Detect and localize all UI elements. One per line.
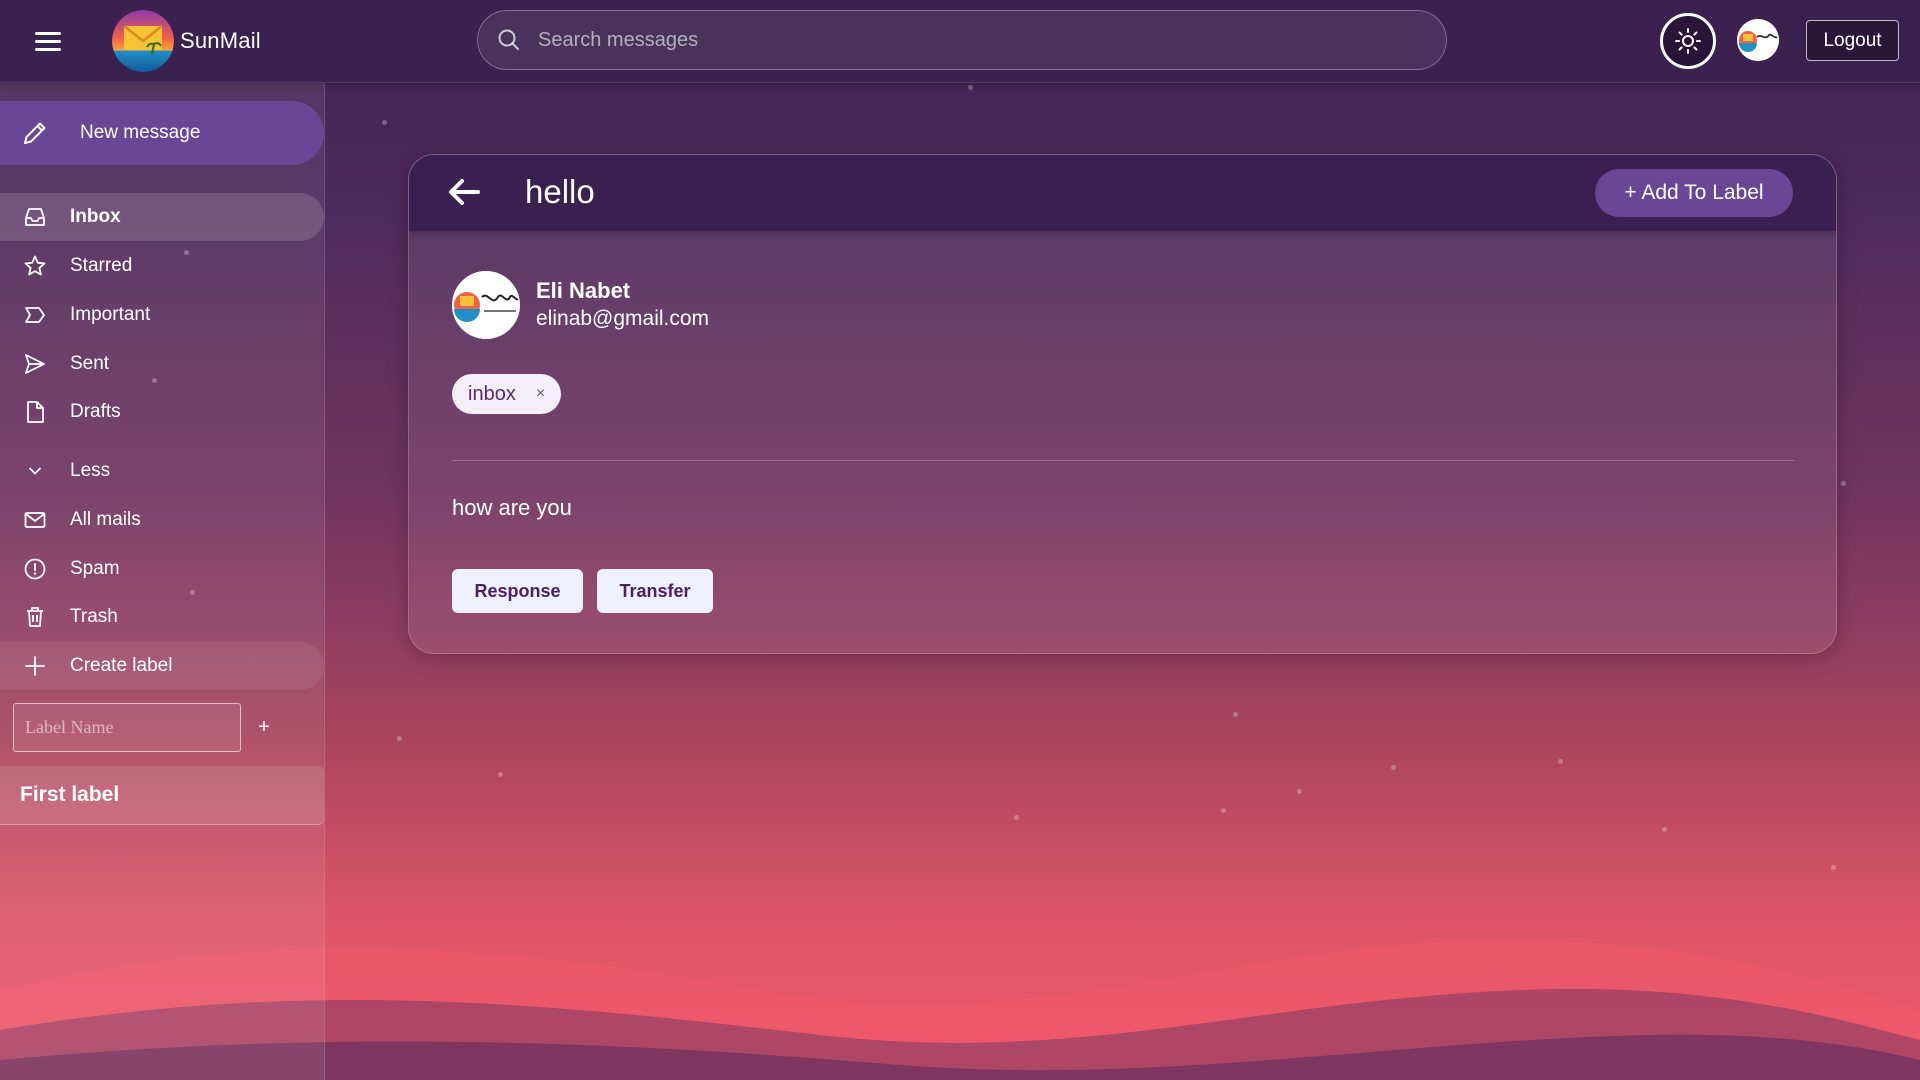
label-chip-inbox: inbox × — [452, 374, 562, 414]
sidebar-item-label: Trash — [70, 606, 118, 627]
top-bar: SunMail Logout — [0, 0, 1920, 83]
sender-avatar-logo-icon — [452, 271, 520, 339]
logout-button[interactable]: Logout — [1806, 20, 1899, 61]
chevron-down-icon — [22, 458, 48, 484]
message-body: how are you — [452, 495, 572, 520]
new-message-button[interactable]: New message — [0, 101, 324, 165]
add-label-plus-button[interactable]: + — [252, 710, 276, 744]
trash-icon — [22, 604, 48, 630]
transfer-button[interactable]: Transfer — [597, 569, 713, 613]
remove-label-icon[interactable]: × — [536, 385, 545, 403]
user-label-name: First label — [20, 783, 120, 806]
sidebar-item-label: Drafts — [70, 401, 121, 422]
sidebar-item-all-mails[interactable]: All mails — [0, 496, 324, 544]
send-icon — [22, 351, 48, 377]
sidebar-item-label: Inbox — [70, 206, 121, 227]
message-subject: hello — [525, 173, 595, 210]
pencil-icon — [24, 122, 46, 144]
sender-avatar — [452, 271, 520, 339]
file-icon — [22, 399, 48, 425]
inbox-icon — [22, 204, 48, 230]
label-chip-text: inbox — [468, 382, 516, 405]
star-icon — [22, 253, 48, 279]
message-card: hello + Add To Label Eli Nabet elinab@gm… — [408, 154, 1837, 654]
search-input[interactable] — [536, 19, 1446, 61]
sidebar-item-trash[interactable]: Trash — [0, 593, 324, 641]
search-bar[interactable] — [477, 10, 1447, 70]
sidebar-item-label: Important — [70, 304, 151, 325]
sender-name: Eli Nabet — [536, 278, 631, 303]
menu-icon[interactable] — [24, 22, 72, 60]
sidebar-user-label[interactable]: First label — [0, 766, 324, 825]
sidebar-item-label: All mails — [70, 509, 141, 530]
sidebar-item-label: Starred — [70, 255, 133, 276]
sidebar-item-label: Less — [70, 460, 111, 481]
important-icon — [22, 302, 48, 328]
theme-toggle-button[interactable] — [1660, 13, 1716, 69]
sidebar-item-important[interactable]: Important — [0, 291, 324, 339]
sun-icon — [1675, 28, 1701, 54]
envelope-icon — [22, 507, 48, 533]
response-button[interactable]: Response — [452, 569, 583, 613]
brand[interactable]: SunMail — [112, 10, 261, 72]
sidebar-item-label: Create label — [70, 655, 173, 676]
user-avatar[interactable] — [1737, 19, 1779, 61]
new-message-label: New message — [80, 122, 201, 143]
app-name: SunMail — [180, 28, 261, 53]
divider — [452, 460, 1794, 461]
sidebar-item-sent[interactable]: Sent — [0, 340, 324, 388]
sidebar-item-inbox[interactable]: Inbox — [0, 193, 324, 241]
sender-email: elinab@gmail.com — [536, 307, 710, 330]
back-arrow-icon[interactable] — [445, 173, 483, 211]
sidebar-item-drafts[interactable]: Drafts — [0, 388, 324, 436]
plus-icon — [22, 653, 48, 679]
sidebar-item-less[interactable]: Less — [0, 447, 324, 495]
sidebar-item-starred[interactable]: Starred — [0, 242, 324, 290]
sunmail-logo — [112, 10, 174, 72]
search-icon — [498, 29, 519, 50]
sidebar-item-spam[interactable]: Spam — [0, 545, 324, 593]
label-name-input[interactable] — [13, 703, 241, 752]
alert-circle-icon — [22, 556, 48, 582]
avatar-logo-icon — [1737, 19, 1779, 61]
message-header: hello + Add To Label — [409, 155, 1836, 231]
sidebar-item-label: Sent — [70, 353, 110, 374]
add-to-label-button[interactable]: + Add To Label — [1595, 169, 1793, 217]
sidebar-item-create-label[interactable]: Create label — [0, 642, 324, 690]
sidebar: New message Inbox Starred Important Sent… — [0, 83, 325, 1080]
sidebar-item-label: Spam — [70, 558, 120, 579]
